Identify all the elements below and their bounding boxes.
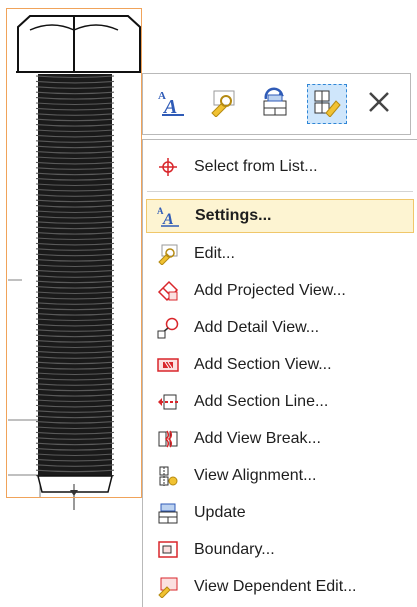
view-alignment-icon	[154, 464, 182, 488]
section-view-icon	[154, 353, 182, 377]
update-view-icon	[260, 87, 290, 122]
menu-item-label: Edit...	[194, 245, 235, 262]
view-dependent-edit-icon	[312, 87, 342, 122]
menu-item-label: Add Detail View...	[194, 319, 320, 336]
mini-toolbar: A A	[142, 73, 411, 135]
menu-item-label: Select from List...	[194, 158, 318, 175]
toolbar-update-button[interactable]	[255, 84, 295, 124]
menu-item-update[interactable]: Update	[146, 496, 414, 530]
menu-item-edit[interactable]: Edit...	[146, 237, 414, 271]
close-icon	[364, 87, 394, 122]
projected-view-icon	[154, 279, 182, 303]
edit-view-icon	[154, 242, 182, 266]
menu-item-label: Add Projected View...	[194, 282, 346, 299]
menu-item-view-alignment[interactable]: View Alignment...	[146, 459, 414, 493]
menu-separator	[147, 191, 413, 192]
menu-item-label: Add View Break...	[194, 430, 321, 447]
toolbar-settings-button[interactable]: A A	[151, 84, 191, 124]
menu-item-add-projected-view[interactable]: Add Projected View...	[146, 274, 414, 308]
toolbar-close-button[interactable]	[359, 84, 399, 124]
edit-view-icon	[208, 87, 238, 122]
menu-item-settings[interactable]: A A Settings...	[146, 199, 414, 233]
menu-item-label: Boundary...	[194, 541, 275, 558]
view-settings-icon: A A	[155, 204, 183, 228]
menu-item-select-from-list[interactable]: Select from List...	[146, 150, 414, 184]
context-menu: Select from List... A A Settings... Edit…	[142, 139, 417, 607]
menu-item-label: Update	[194, 504, 246, 521]
view-break-icon	[154, 427, 182, 451]
svg-text:A: A	[162, 211, 174, 227]
detail-view-icon	[154, 316, 182, 340]
menu-item-boundary[interactable]: Boundary...	[146, 533, 414, 567]
boundary-icon	[154, 538, 182, 562]
section-line-icon	[154, 390, 182, 414]
toolbar-view-dependent-edit-button[interactable]	[307, 84, 347, 124]
svg-text:A: A	[162, 96, 177, 117]
update-view-icon	[154, 501, 182, 525]
menu-item-label: Add Section Line...	[194, 393, 329, 410]
menu-item-label: View Alignment...	[194, 467, 317, 484]
view-settings-icon: A A	[156, 87, 186, 122]
menu-item-view-dependent-edit[interactable]: View Dependent Edit...	[146, 570, 414, 604]
toolbar-edit-button[interactable]	[203, 84, 243, 124]
menu-item-add-section-view[interactable]: Add Section View...	[146, 348, 414, 382]
menu-item-label: Settings...	[195, 207, 272, 224]
view-dependent-edit-icon	[154, 575, 182, 599]
menu-item-add-view-break[interactable]: Add View Break...	[146, 422, 414, 456]
menu-item-label: Add Section View...	[194, 356, 332, 373]
crosshair-icon	[154, 155, 182, 179]
menu-item-label: View Dependent Edit...	[194, 578, 357, 595]
menu-item-add-section-line[interactable]: Add Section Line...	[146, 385, 414, 419]
menu-item-add-detail-view[interactable]: Add Detail View...	[146, 311, 414, 345]
